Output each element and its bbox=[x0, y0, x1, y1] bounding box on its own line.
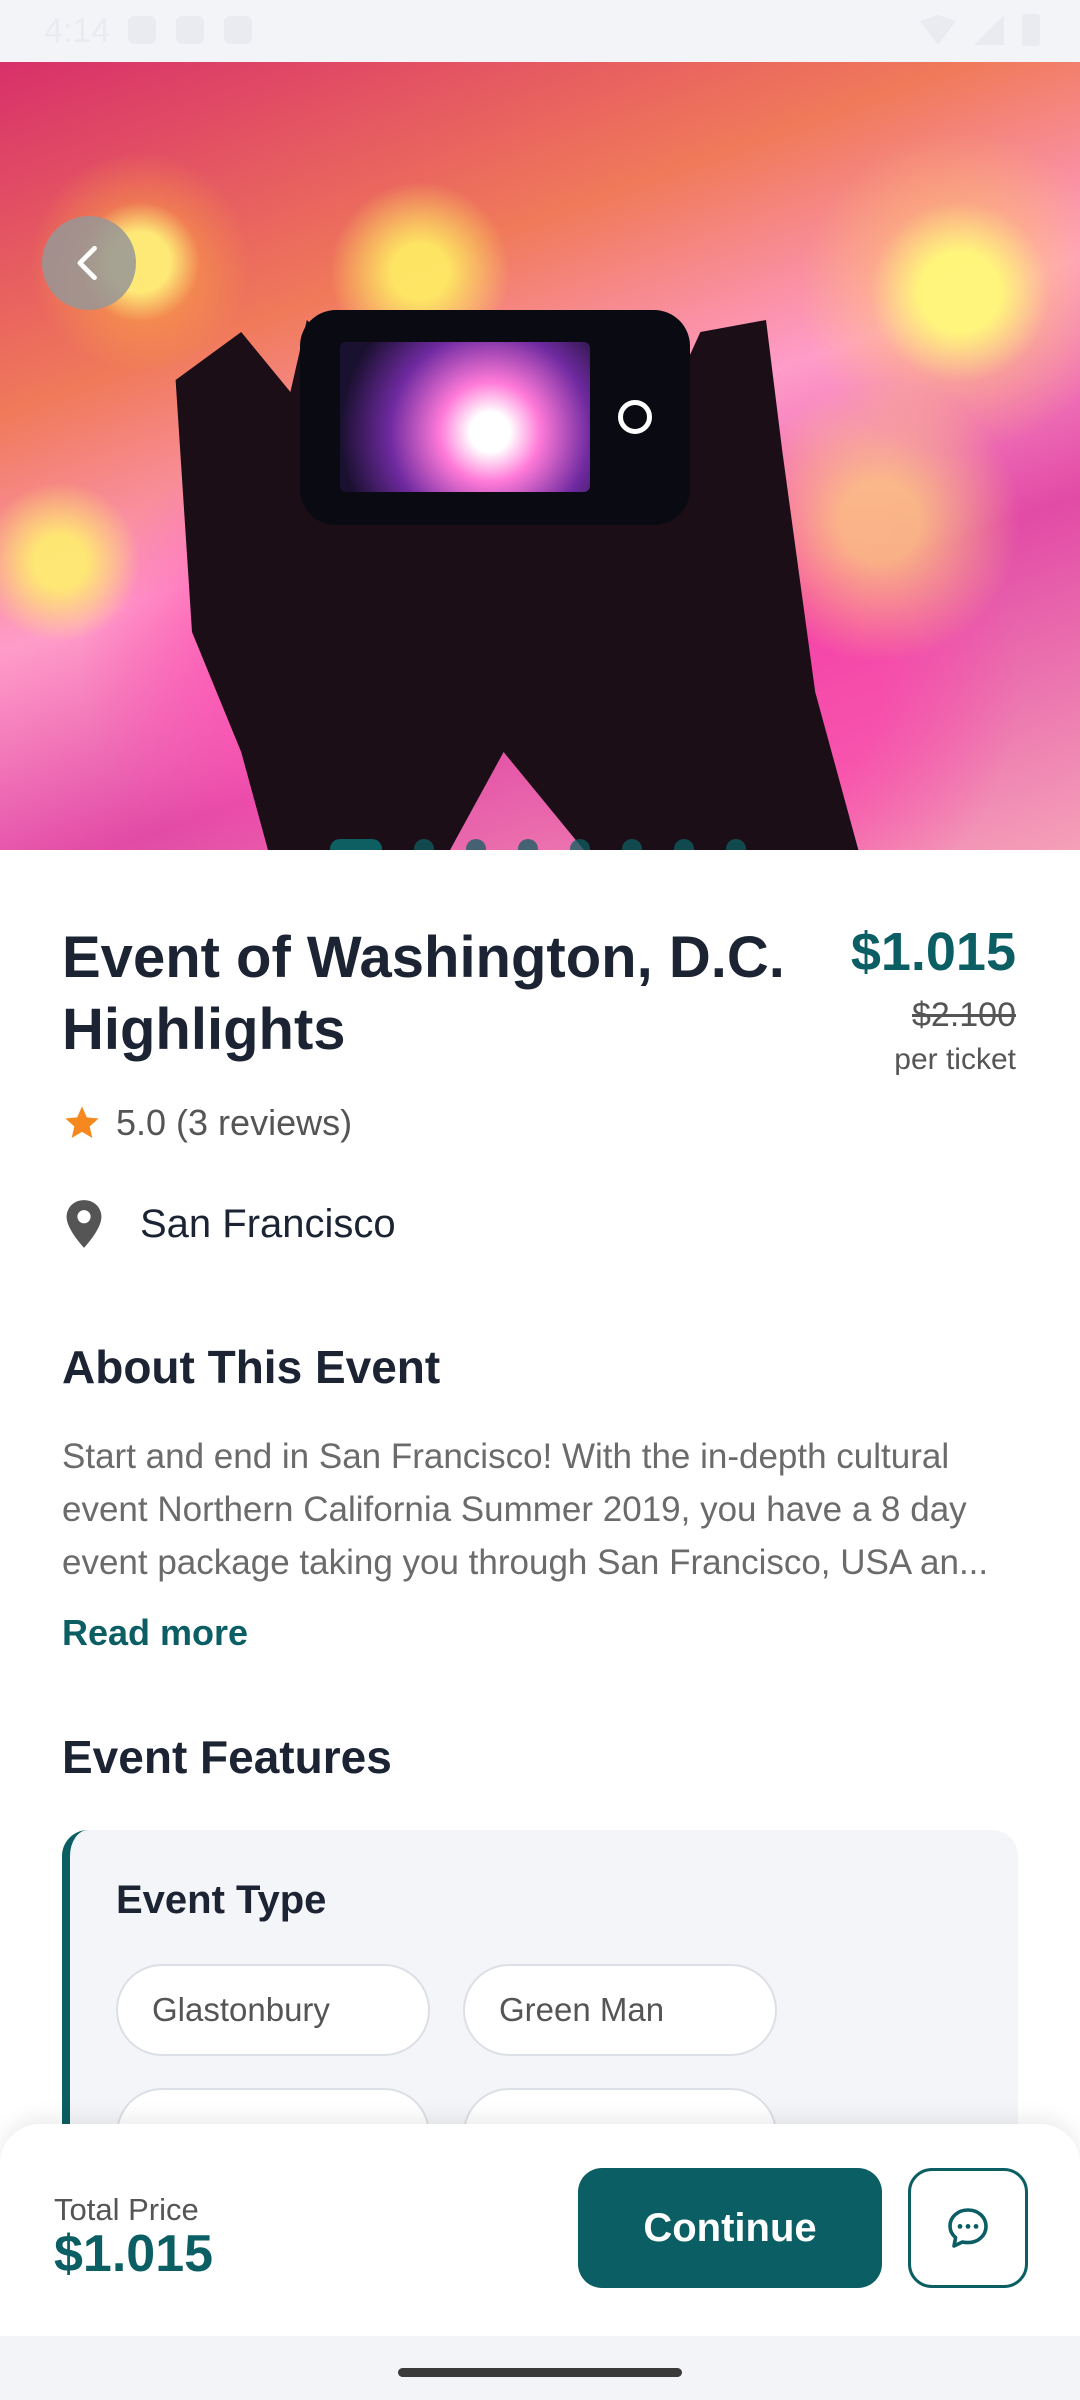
rating-row[interactable]: 5.0 (3 reviews) bbox=[62, 1102, 352, 1144]
carousel-dot[interactable] bbox=[674, 839, 694, 850]
hero-photo-phone bbox=[300, 310, 690, 525]
battery-icon bbox=[1022, 14, 1040, 46]
location-text: San Francisco bbox=[140, 1201, 396, 1246]
status-bar: 4:14 bbox=[0, 0, 1080, 62]
star-icon bbox=[65, 1106, 99, 1138]
carousel-dot-active[interactable] bbox=[330, 839, 382, 850]
chat-button[interactable] bbox=[908, 2168, 1028, 2288]
about-heading: About This Event bbox=[62, 1341, 441, 1393]
shield-icon bbox=[128, 16, 156, 44]
about-text: Start and end in San Francisco! With the… bbox=[62, 1437, 989, 1582]
price-current: $1.015 bbox=[850, 922, 1016, 982]
carousel-dot[interactable] bbox=[414, 839, 434, 850]
location-row[interactable]: San Francisco bbox=[62, 1198, 396, 1250]
rating-text: 5.0 (3 reviews) bbox=[116, 1102, 353, 1143]
total-price-label: Total Price bbox=[54, 2192, 199, 2227]
event-type-title: Event Type bbox=[116, 1878, 327, 1922]
status-time: 4:14 bbox=[44, 12, 111, 50]
app-notification-icon bbox=[176, 16, 204, 44]
status-notification-icons bbox=[128, 16, 252, 44]
system-navigation-area bbox=[0, 2336, 1080, 2400]
carousel-dot[interactable] bbox=[518, 839, 538, 850]
status-system-icons bbox=[920, 14, 1040, 46]
chevron-left-icon bbox=[77, 245, 97, 281]
continue-button[interactable]: Continue bbox=[578, 2168, 882, 2288]
event-title: Event of Washington, D.C. Highlights bbox=[62, 925, 785, 1062]
read-more-link[interactable]: Read more bbox=[62, 1612, 248, 1654]
price-unit: per ticket bbox=[894, 1043, 1016, 1076]
event-type-chip[interactable]: Glastonbury bbox=[116, 1964, 430, 2056]
sd-card-icon bbox=[224, 16, 252, 44]
features-heading: Event Features bbox=[62, 1731, 392, 1783]
bottom-action-bar: Total Price $1.015 Continue bbox=[0, 2124, 1080, 2336]
total-price-value: $1.015 bbox=[54, 2225, 214, 2283]
wifi-icon bbox=[920, 15, 956, 45]
carousel-indicator bbox=[330, 839, 746, 850]
chat-bubble-icon bbox=[948, 2208, 988, 2248]
hero-image-carousel[interactable] bbox=[0, 62, 1080, 850]
price-box: $1.015 $2.100 per ticket bbox=[851, 922, 1016, 1077]
carousel-dot[interactable] bbox=[570, 839, 590, 850]
event-type-chip[interactable]: Green Man bbox=[463, 1964, 777, 2056]
location-pin-icon bbox=[66, 1200, 102, 1248]
carousel-dot[interactable] bbox=[726, 839, 746, 850]
signal-icon bbox=[974, 15, 1004, 45]
home-indicator[interactable] bbox=[398, 2368, 682, 2377]
carousel-dot[interactable] bbox=[466, 839, 486, 850]
carousel-dot[interactable] bbox=[622, 839, 642, 850]
price-original: $2.100 bbox=[912, 996, 1016, 1034]
back-button[interactable] bbox=[42, 216, 136, 310]
